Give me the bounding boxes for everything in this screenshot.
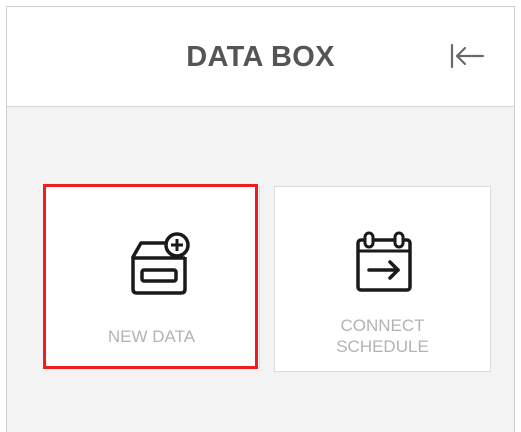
connect-schedule-label: CONNECT SCHEDULE [336,316,429,356]
connect-schedule-card[interactable]: CONNECT SCHEDULE [274,186,491,372]
calendar-arrow-icon [356,231,412,292]
new-data-card[interactable]: NEW DATA [43,186,260,368]
new-data-box-icon [131,232,190,295]
panel-header: DATA BOX [7,7,514,107]
panel-title: DATA BOX [186,40,335,73]
collapse-left-icon [450,43,485,69]
collapse-panel-button[interactable] [446,38,488,74]
new-data-label: NEW DATA [107,327,196,346]
